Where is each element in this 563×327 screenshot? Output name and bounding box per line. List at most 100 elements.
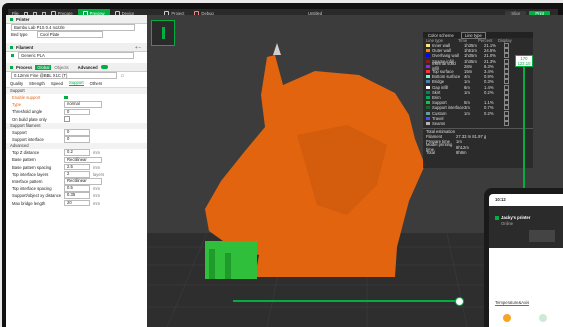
param-row: Top interface layers 2 layers (6, 170, 147, 178)
filament-color-swatch[interactable] (11, 54, 14, 57)
support-type-select[interactable]: normal (64, 101, 102, 109)
support-filament-row: Support 0 (6, 128, 147, 136)
legend-panel: Color scheme Line type Line type Time Pe… (423, 31, 533, 168)
phone-screen: 10:12 Jacky's printer Online Temperature… (489, 194, 563, 327)
param-row: Base pattern Rectilinear (6, 156, 147, 164)
legend-swatch (426, 116, 430, 120)
param-row: Base pattern spacing 2.5 mm (6, 163, 147, 171)
bed-type-row: Bed type Cool Plate (6, 31, 147, 38)
param-row: Max bridge length 20 mm (6, 199, 147, 207)
add-filament-icon[interactable]: + − (135, 45, 141, 50)
camera-preview[interactable] (529, 230, 555, 242)
legend-swatch (426, 80, 430, 84)
interface-filament-row: Support interface 0 (6, 136, 147, 143)
legend-swatch (426, 121, 430, 125)
legend-swatch (426, 85, 430, 89)
objects-toggle[interactable]: Objects (54, 65, 68, 70)
legend-swatch (426, 59, 430, 63)
param-row: Top interface spacing 0.5 mm (6, 185, 147, 193)
left-settings-panel: Printer Bambu Lab P1S 0.4 nozzle Bed typ… (6, 15, 147, 327)
filament-select[interactable]: Generic PLA (18, 52, 134, 59)
printer-icon (10, 17, 13, 21)
legend-swatch (426, 64, 430, 68)
phone-header: Jacky's printer Online (489, 206, 563, 248)
advanced-params: Top Z distance 0.2 mm Base pattern Rectiline… (6, 149, 147, 207)
param-value[interactable]: 0.5 (64, 185, 90, 193)
move-slider-thumb[interactable] (455, 297, 464, 306)
legend-swatch (426, 106, 430, 110)
advanced-label: Advanced (77, 64, 98, 70)
param-value[interactable]: 2 (64, 170, 90, 178)
param-row: Top Z distance 0.2 mm (6, 149, 147, 157)
threshold-input[interactable]: 0 (64, 108, 90, 116)
process-preset-row: 0.12mm Fine @BBL X1C (T) □ (6, 72, 147, 79)
legend-swatch (426, 95, 430, 99)
param-value[interactable]: Rectilinear (64, 178, 102, 185)
tab-speed[interactable]: Speed (51, 81, 63, 86)
interface-filament-select[interactable]: 0 (64, 136, 90, 143)
temperature-axis-tab[interactable]: Temperature&Axis (495, 300, 530, 306)
param-label: Base pattern (12, 157, 36, 163)
param-unit: mm (93, 150, 100, 156)
enable-support-row: Enable support (6, 94, 147, 101)
tab-support[interactable]: Support (69, 80, 84, 86)
param-label: Top Z distance (12, 150, 40, 156)
param-label: Interface pattern (12, 178, 43, 184)
legend-swatch (426, 90, 430, 94)
param-unit: mm (93, 164, 100, 170)
bed-type-select[interactable]: Cool Plate (37, 31, 103, 38)
total-estimation: Total estimation Filament 27.33 m 81.97 g… (423, 128, 533, 155)
legend-display-checkbox[interactable] (504, 120, 509, 126)
legend-swatch (426, 111, 430, 115)
param-value[interactable]: 0.35 (64, 192, 90, 200)
buildplate-checkbox[interactable] (64, 116, 70, 122)
filament-section-header: Filament + − (6, 43, 147, 52)
support-filament-select[interactable]: 0 (64, 128, 90, 136)
printer-section-header: Printer (6, 15, 147, 24)
param-label: Top interface layers (12, 171, 49, 177)
printer-select[interactable]: Bambu Lab P1S 0.4 nozzle (11, 24, 135, 31)
legend-swatch (426, 49, 430, 53)
param-value[interactable]: 0.2 (64, 149, 90, 157)
param-unit: mm (93, 200, 100, 206)
param-value[interactable]: 20 (64, 199, 90, 207)
legend-swatch (426, 75, 430, 79)
param-label: Max bridge length (12, 200, 46, 206)
nozzle-temp-icon[interactable] (503, 314, 511, 322)
process-tabs: Quality Strength Speed Support Others (6, 79, 147, 88)
model-ear-tip (273, 43, 281, 55)
fan-icon[interactable] (539, 314, 547, 322)
process-preset-select[interactable]: 0.12mm Fine @BBL X1C (T) (11, 72, 117, 79)
printer-status-icon (495, 216, 499, 220)
param-unit: layers (93, 171, 105, 177)
save-preset-icon[interactable]: □ (121, 73, 124, 78)
legend-swatch (426, 54, 430, 58)
legend-swatch (426, 70, 430, 74)
legend-swatch (426, 101, 430, 105)
phone-mockup: 10:12 Jacky's printer Online Temperature… (484, 188, 563, 327)
estimation-row: Total 8h8m (426, 149, 467, 155)
legend-swatch (426, 44, 430, 48)
filament-icon (10, 45, 13, 49)
enable-support-checkbox[interactable] (64, 95, 68, 100)
printer-row: Bambu Lab P1S 0.4 nozzle (6, 24, 147, 31)
param-row: Interface pattern Rectilinear (6, 178, 147, 185)
gcode-move-slider[interactable] (233, 300, 463, 302)
advanced-switch[interactable] (100, 65, 108, 69)
support-type-row: Type normal (6, 101, 147, 109)
filament-row: Generic PLA (6, 52, 147, 59)
layer-top-label[interactable]: 170 122.10 (515, 55, 533, 67)
global-toggle[interactable]: Global (35, 64, 52, 70)
plate-thumbnail[interactable] (151, 20, 175, 46)
process-section-header: Process Global Objects Advanced (6, 63, 147, 72)
process-icon (10, 65, 13, 69)
param-row: Support/object xy distance 0.35 mm (6, 192, 147, 200)
param-value[interactable]: Rectilinear (64, 156, 102, 164)
threshold-row: Threshold angle 0 (6, 108, 147, 116)
tab-others[interactable]: Others (90, 81, 103, 86)
param-label: Top interface spacing (12, 186, 52, 192)
param-value[interactable]: 2.5 (64, 163, 90, 171)
tab-strength[interactable]: Strength (29, 81, 45, 86)
param-unit: mm (93, 186, 100, 192)
tab-quality[interactable]: Quality (10, 81, 23, 86)
